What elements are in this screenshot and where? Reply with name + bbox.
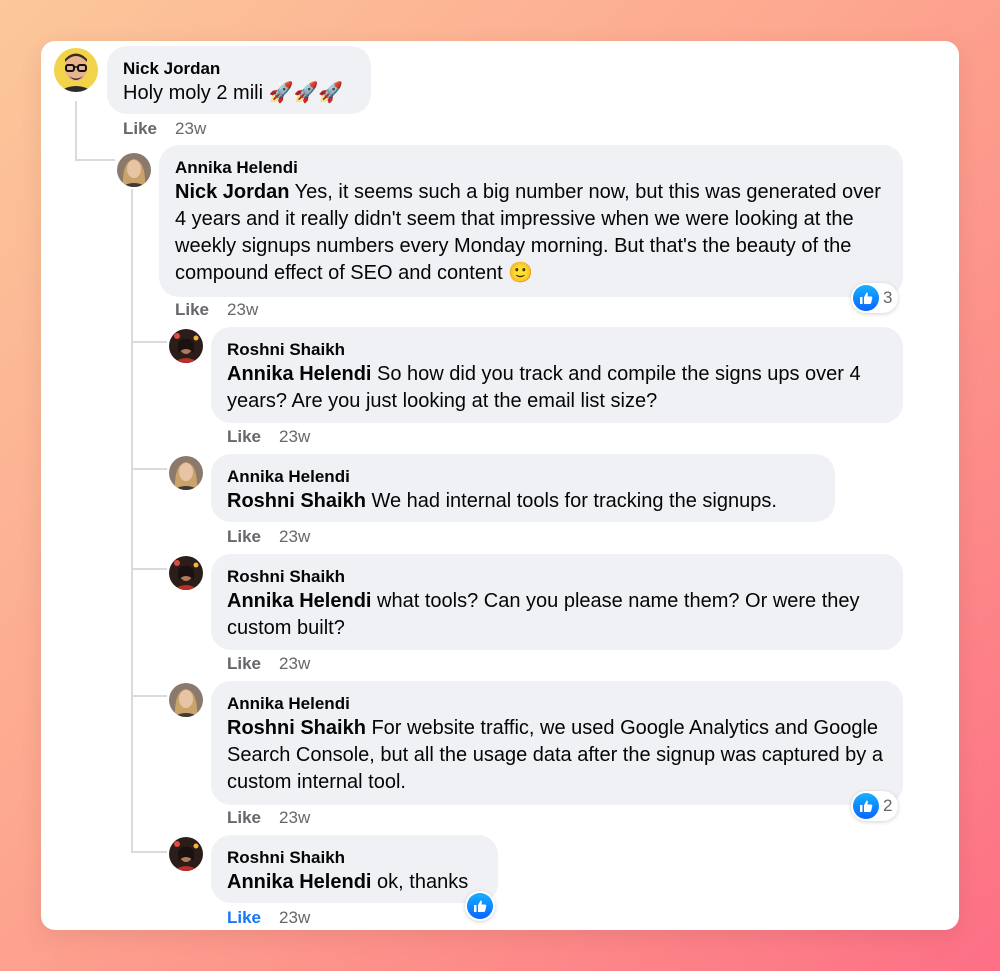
thread-connector [131, 468, 167, 470]
like-button[interactable]: Like [227, 427, 261, 446]
thread-connector [131, 341, 167, 343]
comment-text: Annika Helendi what tools? Can you pleas… [227, 588, 887, 642]
comment-author[interactable]: Roshni Shaikh [227, 566, 887, 588]
like-button[interactable]: Like [175, 300, 209, 319]
reaction-number: 2 [883, 796, 893, 815]
mention-link[interactable]: Roshni Shaikh [227, 717, 366, 739]
avatar-nick-jordan-icon [54, 48, 98, 92]
comment-bubble: Roshni Shaikh Annika Helendi what tools?… [211, 554, 903, 650]
comment-actions: Like 23w [227, 908, 310, 928]
comment-bubble: Roshni Shaikh Annika Helendi So how did … [211, 327, 903, 423]
comment-timestamp[interactable]: 23w [175, 119, 206, 138]
comment-timestamp[interactable]: 23w [279, 427, 310, 446]
avatar[interactable] [169, 556, 203, 590]
comment-author[interactable]: Annika Helendi [175, 157, 887, 179]
comment-bubble: Roshni Shaikh Annika Helendi ok, thanks [211, 835, 498, 903]
comment-bubble: Nick Jordan Holy moly 2 mili 🚀🚀🚀 [107, 46, 371, 114]
like-button-active[interactable]: Like [227, 908, 261, 927]
like-button[interactable]: Like [227, 808, 261, 827]
comment-text: Roshni Shaikh For website traffic, we us… [227, 715, 887, 796]
comment-body: ok, thanks [371, 871, 469, 893]
reaction-count[interactable] [465, 891, 495, 921]
comment-text: Nick Jordan Yes, it seems such a big num… [175, 179, 887, 287]
avatar-roshni-shaikh-icon [169, 329, 203, 363]
avatar-annika-helendi-icon [169, 683, 203, 717]
mention-link[interactable]: Annika Helendi [227, 363, 371, 385]
comment-actions: Like 23w [175, 300, 258, 320]
avatar[interactable] [169, 329, 203, 363]
comment-text: Annika Helendi So how did you track and … [227, 361, 887, 415]
avatar[interactable] [54, 48, 98, 92]
comment-actions: Like 23w [123, 119, 206, 139]
thread-connector [75, 159, 115, 161]
comment-actions: Like 23w [227, 808, 310, 828]
like-button[interactable]: Like [123, 119, 157, 138]
comment-thread-card: Nick Jordan Holy moly 2 mili 🚀🚀🚀 Like 23w… [41, 41, 959, 930]
comment-timestamp[interactable]: 23w [279, 808, 310, 827]
comment-author[interactable]: Roshni Shaikh [227, 847, 482, 869]
thread-connector [131, 695, 167, 697]
mention-link[interactable]: Nick Jordan [175, 181, 289, 203]
avatar-roshni-shaikh-icon [169, 556, 203, 590]
comment-author[interactable]: Nick Jordan [123, 58, 355, 80]
mention-link[interactable]: Annika Helendi [227, 871, 371, 893]
comment-actions: Like 23w [227, 427, 310, 447]
comment-author[interactable]: Annika Helendi [227, 693, 887, 715]
thread-connector [131, 189, 133, 853]
comment-bubble: Annika Helendi Roshni Shaikh We had inte… [211, 454, 835, 522]
mention-link[interactable]: Roshni Shaikh [227, 490, 366, 512]
reaction-count[interactable]: 3 [851, 283, 899, 313]
comment-text: Holy moly 2 mili 🚀🚀🚀 [123, 82, 344, 104]
avatar[interactable] [169, 456, 203, 490]
comment-timestamp[interactable]: 23w [227, 300, 258, 319]
comment-bubble: Annika Helendi Nick Jordan Yes, it seems… [159, 145, 903, 297]
mention-link[interactable]: Annika Helendi [227, 590, 371, 612]
thread-connector [131, 851, 167, 853]
comment-author[interactable]: Roshni Shaikh [227, 339, 887, 361]
avatar[interactable] [169, 837, 203, 871]
like-reaction-icon [853, 285, 879, 311]
thread-connector [131, 568, 167, 570]
like-reaction-icon [467, 893, 493, 919]
reaction-number: 3 [883, 288, 893, 307]
comment-actions: Like 23w [227, 527, 310, 547]
comment-bubble: Annika Helendi Roshni Shaikh For website… [211, 681, 903, 805]
avatar-annika-helendi-icon [169, 456, 203, 490]
comment-timestamp[interactable]: 23w [279, 908, 310, 927]
comment-body: We had internal tools for tracking the s… [365, 490, 777, 512]
like-button[interactable]: Like [227, 654, 261, 673]
avatar-roshni-shaikh-icon [169, 837, 203, 871]
comment-text: Annika Helendi ok, thanks [227, 869, 482, 896]
comment-actions: Like 23w [227, 654, 310, 674]
avatar[interactable] [117, 153, 151, 187]
avatar[interactable] [169, 683, 203, 717]
like-button[interactable]: Like [227, 527, 261, 546]
comment-text: Roshni Shaikh We had internal tools for … [227, 488, 819, 515]
comment-author[interactable]: Annika Helendi [227, 466, 819, 488]
thread-connector [75, 101, 77, 161]
reaction-count[interactable]: 2 [851, 791, 899, 821]
avatar-annika-helendi-icon [117, 153, 151, 187]
comment-timestamp[interactable]: 23w [279, 654, 310, 673]
comment-timestamp[interactable]: 23w [279, 527, 310, 546]
like-reaction-icon [853, 793, 879, 819]
